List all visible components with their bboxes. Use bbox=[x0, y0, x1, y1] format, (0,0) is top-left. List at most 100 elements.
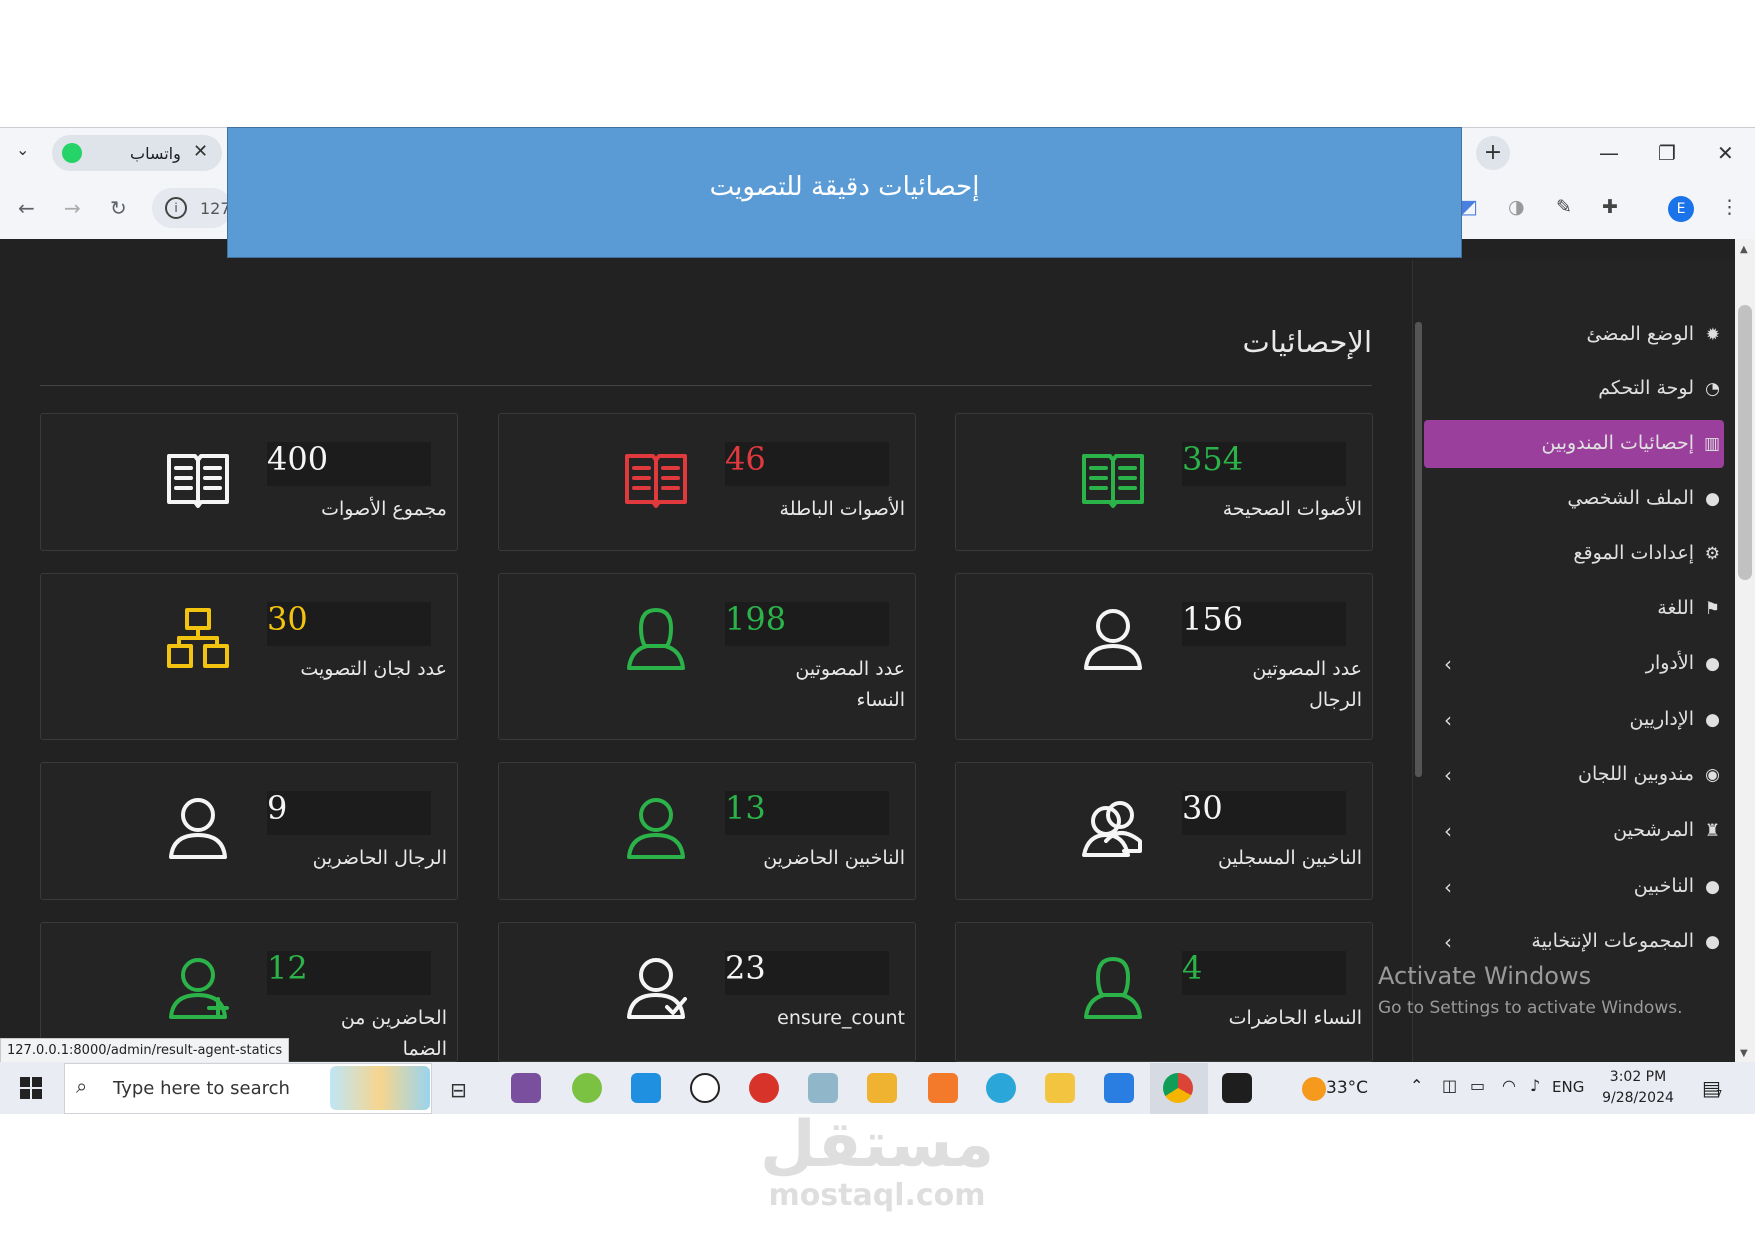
chrome-icon[interactable] bbox=[1163, 1073, 1193, 1103]
clapper-app-icon[interactable] bbox=[511, 1073, 541, 1103]
back-icon[interactable]: ← bbox=[18, 196, 35, 220]
sidebar-item[interactable]: المرشحين ♜ ‹ bbox=[1422, 807, 1724, 855]
stat-label: عدد المصوتين الرجال bbox=[1182, 654, 1362, 716]
sun-icon: ✹ bbox=[1705, 325, 1720, 345]
menu-icon[interactable]: ⋮ bbox=[1720, 196, 1739, 218]
stat-value: 30 bbox=[1182, 789, 1223, 827]
sidebar-item[interactable]: الأدوار ● ‹ bbox=[1422, 640, 1724, 688]
extensions-icon[interactable]: ✚ bbox=[1602, 196, 1618, 218]
page-scrollbar-thumb[interactable] bbox=[1738, 305, 1752, 580]
tray-chevron-icon[interactable]: ⌃ bbox=[1410, 1076, 1423, 1095]
user-roles-icon: ● bbox=[1705, 654, 1720, 674]
close-window-icon[interactable]: ✕ bbox=[1717, 141, 1734, 165]
task-view-icon[interactable]: ⊟ bbox=[450, 1078, 467, 1102]
stat-label: الرجال الحاضرين bbox=[267, 843, 447, 874]
volume-icon[interactable]: ♪ bbox=[1530, 1076, 1540, 1095]
sidebar-item-label: المرشحين bbox=[1613, 819, 1694, 841]
site-info-icon[interactable]: i bbox=[165, 197, 187, 219]
notes-app-icon[interactable] bbox=[808, 1073, 838, 1103]
tab-list-chevron-icon[interactable]: ⌄ bbox=[16, 140, 29, 159]
stat-card[interactable]: 354 الأصوات الصحيحة bbox=[955, 413, 1373, 551]
sidebar-item[interactable]: الملف الشخصي ● bbox=[1422, 475, 1724, 523]
stat-card[interactable]: 4 النساء الحاضرات bbox=[955, 922, 1373, 1062]
windows-start-icon[interactable] bbox=[20, 1077, 42, 1099]
sidebar-item[interactable]: لوحة التحكم ◔ bbox=[1422, 365, 1724, 413]
reload-icon[interactable]: ↻ bbox=[110, 196, 127, 220]
sidebar-item[interactable]: المجموعات الإنتخابية ● ‹ bbox=[1422, 918, 1724, 966]
eyedropper-icon[interactable]: ✎ bbox=[1556, 196, 1572, 218]
user-circle-icon: ◉ bbox=[1705, 765, 1720, 785]
candidate-icon: ♜ bbox=[1704, 821, 1720, 841]
pie-app-icon[interactable] bbox=[690, 1073, 720, 1103]
tab-title: واتساب bbox=[130, 144, 181, 163]
stat-label: الناخبين الحاضرين bbox=[725, 843, 905, 874]
chevron-icon[interactable]: ‹ bbox=[1444, 763, 1452, 787]
close-tab-icon[interactable]: ✕ bbox=[193, 141, 208, 162]
stat-value: 9 bbox=[267, 789, 288, 827]
sidebar-item[interactable]: الناخبين ● ‹ bbox=[1422, 863, 1724, 911]
chevron-icon[interactable]: ‹ bbox=[1444, 875, 1452, 899]
file-explorer-icon[interactable] bbox=[1045, 1073, 1075, 1103]
sidebar-item[interactable]: الوضع المضئ ✹ bbox=[1422, 311, 1724, 359]
mario-app-icon[interactable] bbox=[749, 1073, 779, 1103]
vscode-icon[interactable] bbox=[1104, 1073, 1134, 1103]
translate-icon[interactable]: ◩ bbox=[1460, 196, 1478, 218]
restore-icon[interactable]: ❐ bbox=[1658, 141, 1676, 165]
stat-value: 156 bbox=[1182, 600, 1244, 638]
mouse-icon[interactable]: ◑ bbox=[1508, 196, 1525, 218]
chevron-icon[interactable]: ‹ bbox=[1444, 708, 1452, 732]
scroll-up-icon[interactable]: ▲ bbox=[1740, 244, 1748, 255]
stat-label: عدد لجان التصويت bbox=[267, 654, 447, 685]
sidebar-scrollbar[interactable] bbox=[1415, 322, 1422, 777]
sidebar-item-label: الإداريين bbox=[1629, 708, 1694, 730]
stat-label-line: الناخبين الحاضرين bbox=[763, 847, 905, 869]
sidebar-item[interactable]: مندوبين اللجان ◉ ‹ bbox=[1422, 751, 1724, 799]
stat-card[interactable]: 30 الناخبين المسجلين bbox=[955, 762, 1373, 900]
sidebar-item[interactable]: إحصائيات المندوبين ▥ bbox=[1424, 420, 1724, 468]
stat-card[interactable]: 13 الناخبين الحاضرين bbox=[498, 762, 916, 900]
stat-value: 400 bbox=[267, 440, 329, 478]
stat-card[interactable]: 30 عدد لجان التصويت bbox=[40, 573, 458, 740]
stat-card[interactable]: 198 عدد المصوتين النساء bbox=[498, 573, 916, 740]
sidebar-item-label: إعدادات الموقع bbox=[1573, 542, 1694, 564]
xampp-app-icon[interactable] bbox=[928, 1073, 958, 1103]
chevron-icon[interactable]: ‹ bbox=[1444, 652, 1452, 676]
sidebar-item[interactable]: إعدادات الموقع ⚙ bbox=[1422, 530, 1724, 578]
stat-label-line: النساء bbox=[856, 689, 905, 711]
stat-card[interactable]: 156 عدد المصوتين الرجال bbox=[955, 573, 1373, 740]
cloud-app-icon[interactable] bbox=[572, 1073, 602, 1103]
terminal-icon[interactable] bbox=[1222, 1073, 1252, 1103]
battery-icon[interactable]: ▭ bbox=[1470, 1076, 1485, 1095]
user-plus-icon bbox=[165, 955, 231, 1021]
forward-icon[interactable]: → bbox=[64, 196, 81, 220]
clock[interactable]: 3:02 PM 9/28/2024 bbox=[1598, 1067, 1678, 1109]
duck-app-icon[interactable] bbox=[867, 1073, 897, 1103]
stat-card[interactable]: 9 الرجال الحاضرين bbox=[40, 762, 458, 900]
new-tab-button[interactable]: + bbox=[1476, 136, 1510, 170]
stat-label-line: ensure_count bbox=[777, 1007, 905, 1029]
stat-card[interactable]: 23 ensure_count bbox=[498, 922, 916, 1062]
stat-card[interactable]: 46 الأصوات الباطلة bbox=[498, 413, 916, 551]
film-app-icon[interactable] bbox=[986, 1073, 1016, 1103]
scroll-down-icon[interactable]: ▼ bbox=[1740, 1048, 1748, 1059]
stat-label-line: عدد المصوتين bbox=[1252, 658, 1362, 680]
sidebar-item[interactable]: اللغة ⚑ bbox=[1422, 585, 1724, 633]
watermark-url: mostaql.com bbox=[768, 1178, 986, 1213]
wifi-icon[interactable]: ◠ bbox=[1502, 1076, 1516, 1095]
chevron-icon[interactable]: ‹ bbox=[1444, 819, 1452, 843]
camera-icon[interactable]: ◫ bbox=[1442, 1076, 1457, 1095]
stat-label-line: الحاضرين من bbox=[340, 1007, 447, 1029]
clock-time: 3:02 PM bbox=[1609, 1069, 1667, 1085]
weather-icon bbox=[1302, 1077, 1326, 1101]
stat-card[interactable]: 400 مجموع الأصوات bbox=[40, 413, 458, 551]
user-plus-icon: ● bbox=[1705, 877, 1720, 897]
stat-value: 46 bbox=[725, 440, 766, 478]
headset-app-icon[interactable] bbox=[631, 1073, 661, 1103]
language-indicator[interactable]: ENG bbox=[1552, 1078, 1584, 1096]
minimize-icon[interactable]: — bbox=[1599, 141, 1619, 165]
sidebar-item-label: الوضع المضئ bbox=[1586, 323, 1694, 345]
temperature[interactable]: 33°C bbox=[1326, 1078, 1368, 1098]
chevron-icon[interactable]: ‹ bbox=[1444, 930, 1452, 954]
sidebar-item[interactable]: الإداريين ● ‹ bbox=[1422, 696, 1724, 744]
profile-avatar[interactable]: E bbox=[1668, 196, 1694, 222]
